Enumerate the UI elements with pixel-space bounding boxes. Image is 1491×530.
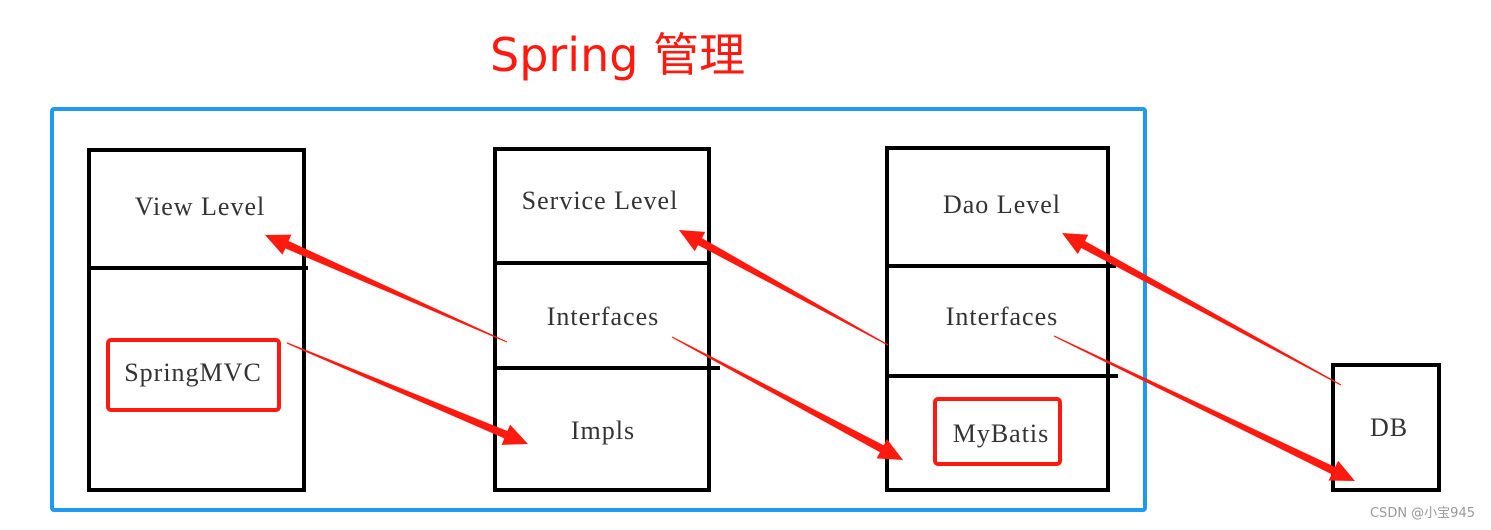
arrow-db-to-dao-level bbox=[1062, 233, 1342, 386]
arrow-springmvc-to-service-impls bbox=[286, 342, 528, 445]
csdn-watermark: CSDN @小宝945 bbox=[1369, 506, 1475, 521]
arrow-service-interfaces-to-view-level bbox=[265, 234, 508, 343]
flow-arrows bbox=[265, 230, 1355, 481]
arrow-dao-interfaces-to-db bbox=[1053, 335, 1355, 481]
arrow-dao-interfaces-to-service-level bbox=[679, 230, 889, 346]
arrow-service-interfaces-to-dao-mybatis bbox=[671, 336, 903, 460]
